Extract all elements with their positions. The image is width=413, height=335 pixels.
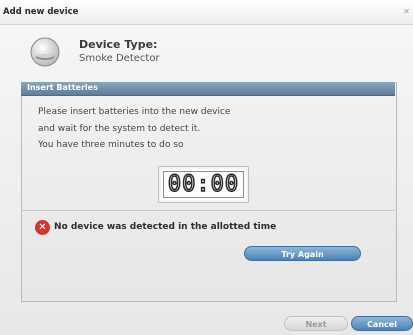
add-device-dialog: Add new device ✕ Device Type: Smoke Dete… [0,0,413,335]
dialog-title: Add new device [3,7,79,17]
next-button[interactable]: Next [284,316,348,331]
instruction-line-1: Please insert batteries into the new dev… [38,107,231,117]
error-message: No device was detected in the allotted t… [54,222,277,232]
close-icon[interactable]: ✕ [403,7,410,16]
instruction-line-3: You have three minutes to do so [38,140,184,150]
countdown-timer: 00:00 [158,166,249,203]
cancel-button[interactable]: Cancel [351,316,413,331]
error-icon: ✕ [35,220,50,235]
device-type-value: Smoke Detector [79,53,160,64]
device-type-label: Device Type: [79,38,158,51]
divider [21,210,395,211]
panel-title: Insert Batteries [27,83,98,92]
instruction-line-2: and wait for the system to detect it. [38,124,201,134]
dialog-title-bar: Add new device ✕ [0,0,413,25]
timer-value: 00:00 [167,171,240,198]
smoke-detector-icon [30,37,60,67]
try-again-button[interactable]: Try Again [244,246,361,261]
panel-header: Insert Batteries [21,82,395,96]
